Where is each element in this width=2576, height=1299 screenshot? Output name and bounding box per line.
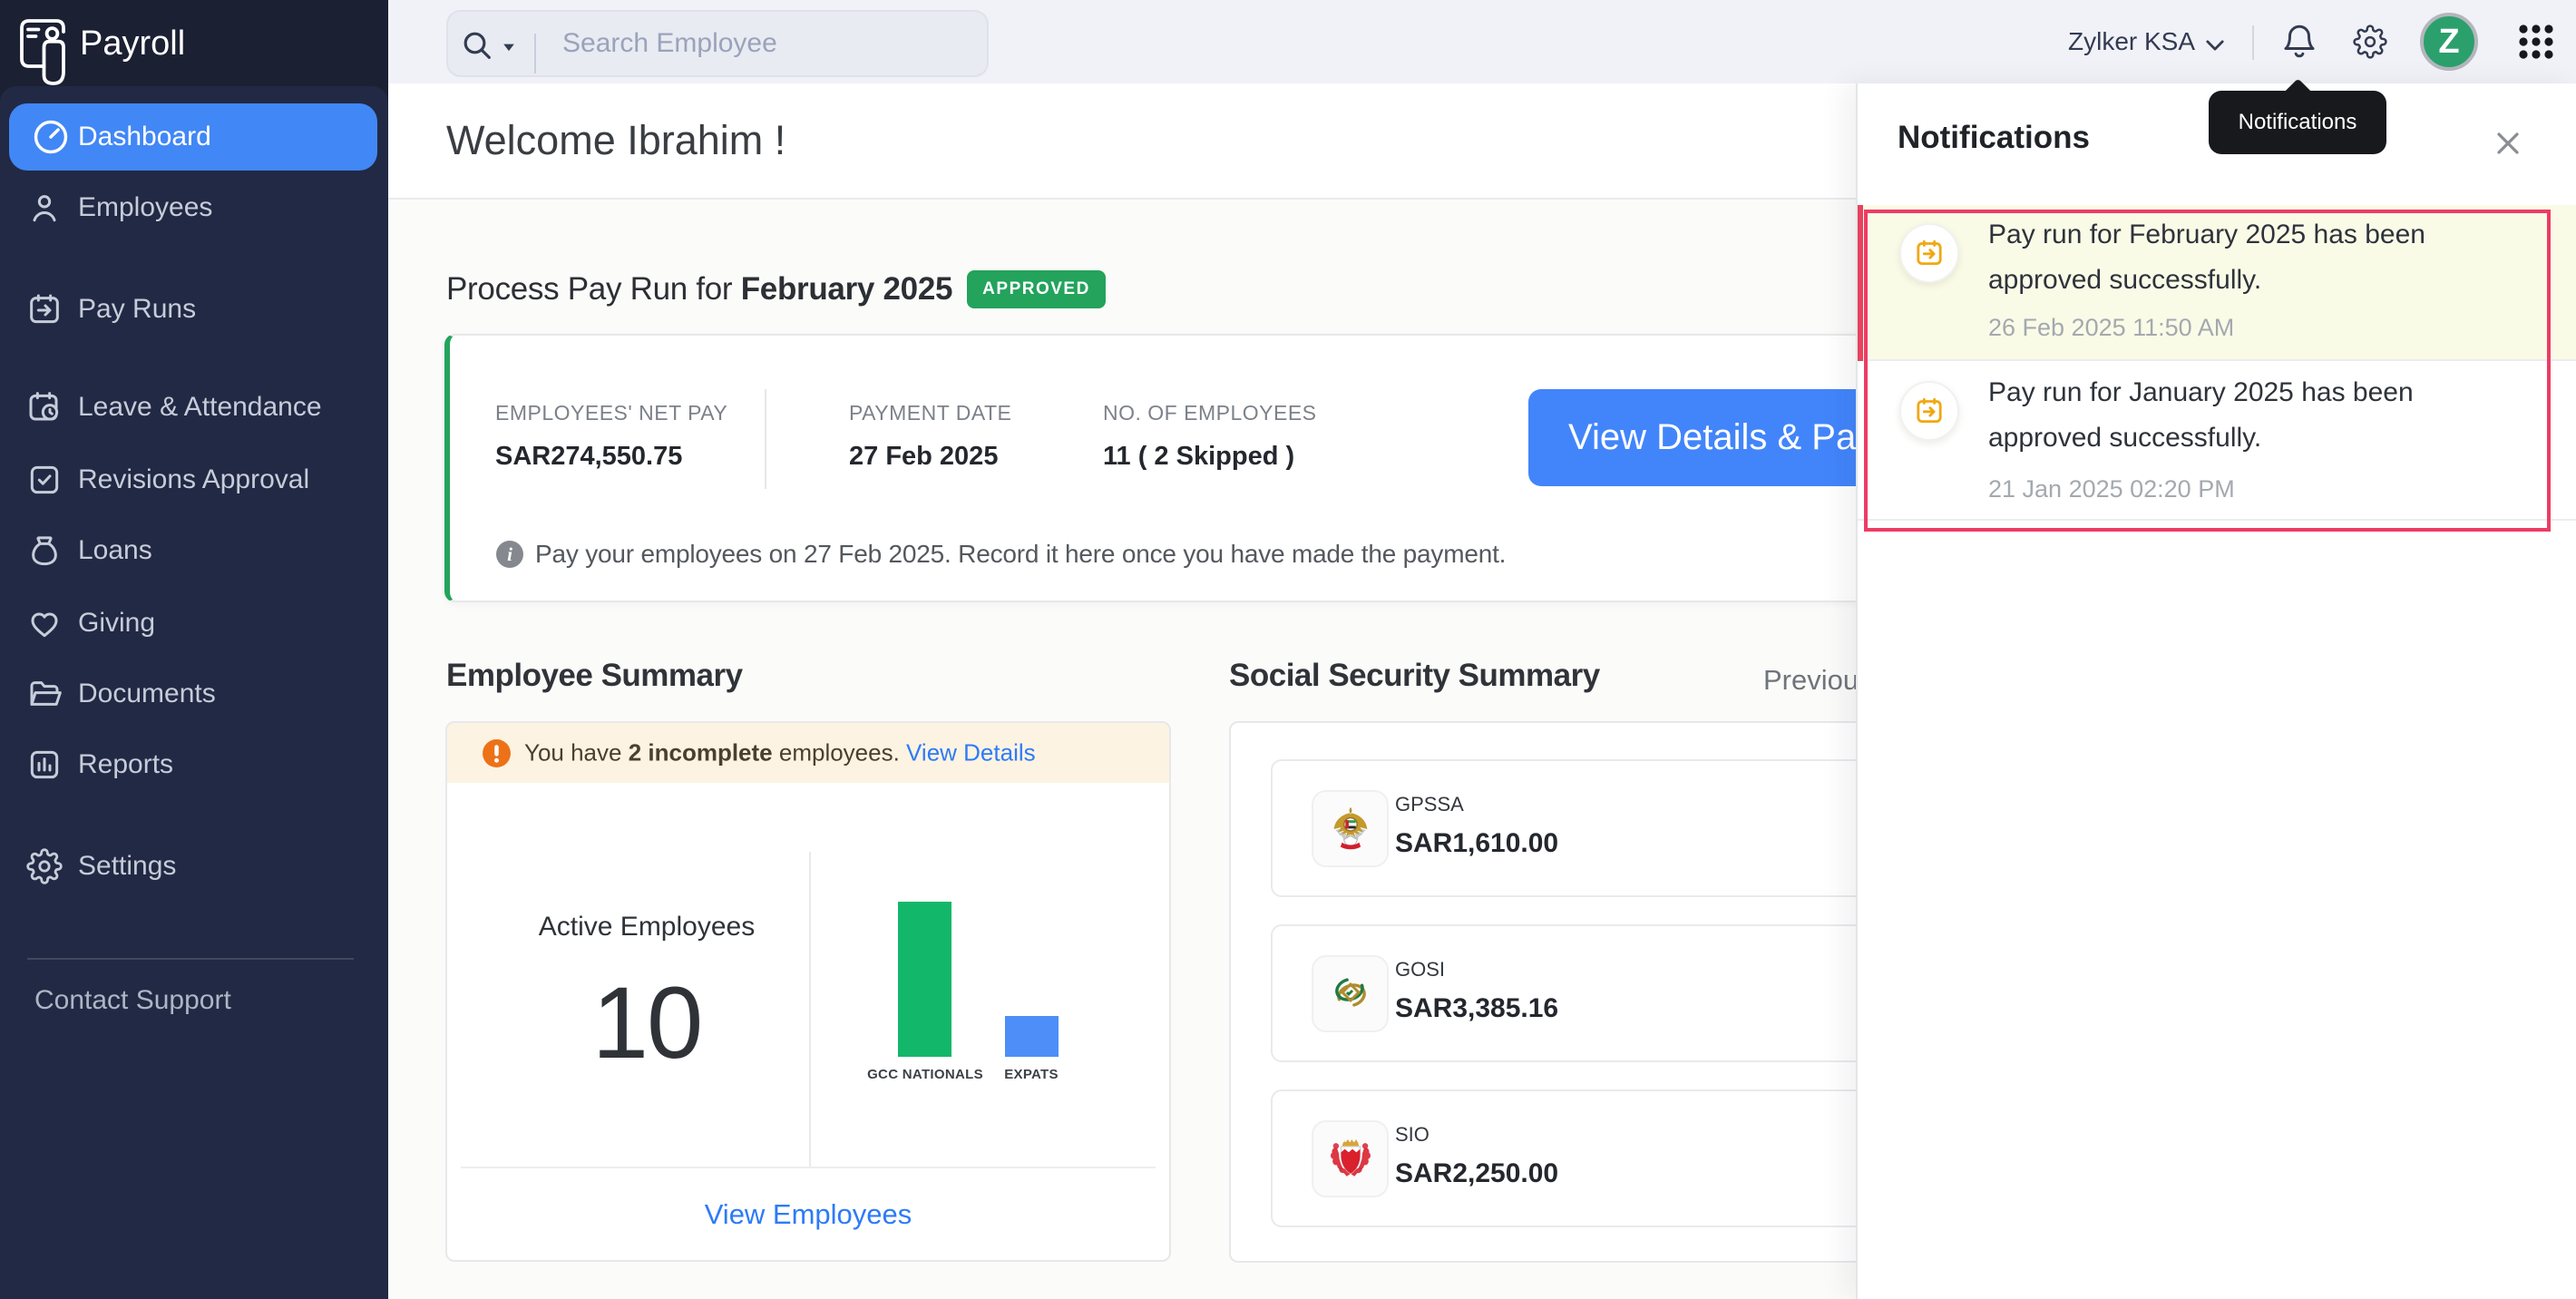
svg-text:i: i: [507, 543, 512, 565]
